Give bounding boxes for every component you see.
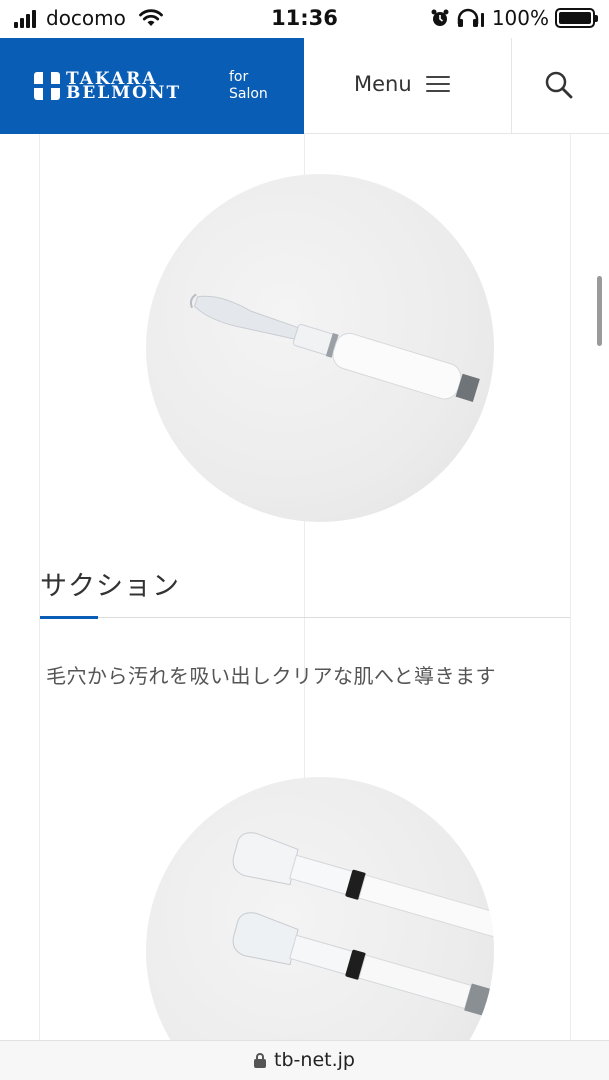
scrollbar-thumb[interactable] xyxy=(597,276,602,346)
browser-url-bar[interactable]: tb-net.jp xyxy=(0,1040,609,1080)
brand-tagline: for Salon xyxy=(229,69,268,103)
brand-name-line2: BELMONT xyxy=(66,83,182,103)
brand-name: TAKARA BELMONT xyxy=(66,71,182,103)
takara-belmont-logo-icon xyxy=(34,72,60,100)
battery-percent: 100% xyxy=(491,6,549,30)
hamburger-icon xyxy=(425,75,450,93)
menu-button[interactable]: Menu xyxy=(354,72,450,96)
title-underline xyxy=(40,617,570,618)
product-title: サクション xyxy=(40,571,180,602)
product-description: 毛穴から汚れを吸い出しクリアな肌へと導きます xyxy=(46,664,496,688)
main-content: サクション 毛穴から汚れを吸い出しクリアな肌へと導きます xyxy=(0,134,609,1040)
title-accent-bar xyxy=(40,616,98,619)
headphones-icon xyxy=(457,8,484,27)
battery-icon xyxy=(555,8,598,28)
search-icon[interactable] xyxy=(544,70,574,100)
site-header: TAKARA BELMONT for Salon Menu xyxy=(0,38,609,134)
lock-icon xyxy=(254,1052,267,1068)
header-divider xyxy=(511,38,512,134)
url-text: tb-net.jp xyxy=(274,1049,355,1071)
alarm-icon xyxy=(431,9,449,26)
menu-label: Menu xyxy=(354,72,412,96)
grid-line xyxy=(570,134,571,1040)
suction-product-image xyxy=(146,174,494,522)
tagline-line2: Salon xyxy=(229,86,268,102)
status-bar: docomo 11:36 100% xyxy=(0,0,609,38)
attachment-product-image xyxy=(146,777,494,1040)
tagline-line1: for xyxy=(229,69,249,85)
site-logo-link[interactable]: TAKARA BELMONT for Salon xyxy=(0,38,304,134)
